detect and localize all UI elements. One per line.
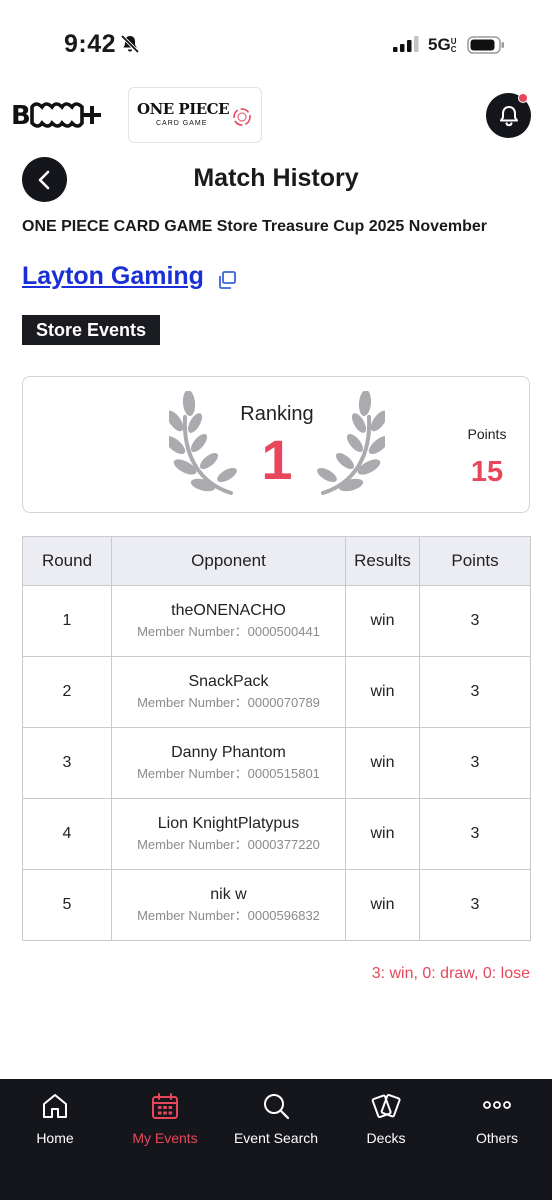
points-cell: 3: [419, 869, 531, 941]
match-table: Round Opponent Results Points 1 theONENA…: [22, 536, 531, 941]
column-header-round: Round: [22, 536, 112, 586]
table-row: 4 Lion KnightPlatypus Member Number：0000…: [22, 798, 531, 870]
points-cell: 3: [419, 656, 531, 728]
chevron-left-icon: [38, 170, 49, 189]
store-link[interactable]: Layton Gaming: [22, 262, 204, 291]
nav-item-decks[interactable]: Decks: [331, 1079, 441, 1159]
result-cell: win: [345, 727, 420, 799]
points-cell: 3: [419, 798, 531, 870]
member-number: Member Number：0000377220: [137, 837, 320, 852]
result-cell: win: [345, 869, 420, 941]
round-cell: 5: [22, 869, 112, 941]
points-value: 15: [470, 456, 504, 488]
result-cell: win: [345, 798, 420, 870]
member-number: Member Number：0000070789: [137, 695, 320, 710]
table-row: 5 nik w Member Number：0000596832 win 3: [22, 869, 531, 941]
nav-item-my-events[interactable]: My Events: [110, 1079, 220, 1159]
bottom-navigation: Home My Events Event Search Decks Others: [0, 1079, 552, 1200]
back-button[interactable]: [22, 157, 67, 202]
home-icon: [43, 1094, 67, 1118]
bell-icon: [499, 105, 518, 126]
nav-item-event-search[interactable]: Event Search: [221, 1079, 331, 1159]
game-emblem-icon: [233, 108, 251, 126]
status-bar: 9:42 5GUC: [0, 0, 552, 80]
table-header-row: Round Opponent Results Points: [22, 536, 531, 586]
ranking-label: Ranking: [240, 403, 314, 425]
opponent-name: Lion KnightPlatypus: [157, 815, 300, 832]
opponent-cell: Danny Phantom Member Number：0000515801: [111, 727, 346, 799]
page-title: Match History: [193, 164, 359, 192]
result-cell: win: [345, 585, 420, 657]
result-cell: win: [345, 656, 420, 728]
opponent-cell: Lion KnightPlatypus Member Number：000037…: [111, 798, 346, 870]
notification-badge: [518, 93, 528, 103]
svg-text:B: B: [11, 101, 31, 131]
opponent-name: nik w: [210, 886, 247, 903]
round-cell: 4: [22, 798, 112, 870]
battery-icon: [467, 36, 504, 54]
nav-item-home[interactable]: Home: [0, 1079, 110, 1159]
round-cell: 2: [22, 656, 112, 728]
opponent-cell: nik w Member Number：0000596832: [111, 869, 346, 941]
column-header-results: Results: [345, 536, 420, 586]
points-cell: 3: [419, 727, 531, 799]
opponent-name: SnackPack: [188, 673, 269, 690]
silent-mode-icon: [120, 34, 140, 54]
points-cell: 3: [419, 585, 531, 657]
signal-icon: [393, 36, 419, 52]
round-cell: 3: [22, 727, 112, 799]
event-type-tag: Store Events: [22, 315, 161, 345]
opponent-name: Danny Phantom: [171, 744, 286, 761]
network-type: 5GUC: [428, 35, 457, 54]
points-label: Points: [467, 426, 507, 442]
nav-item-others[interactable]: Others: [442, 1079, 552, 1159]
calendar-icon: [152, 1093, 178, 1119]
opponent-cell: theONENACHO Member Number：0000500441: [111, 585, 346, 657]
search-icon: [264, 1094, 290, 1120]
column-header-opponent: Opponent: [111, 536, 346, 586]
status-time: 9:42: [64, 30, 117, 58]
ranking-value: 1: [261, 428, 293, 491]
table-row: 3 Danny Phantom Member Number：0000515801…: [22, 727, 531, 799]
event-name: ONE PIECE CARD GAME Store Treasure Cup 2…: [22, 218, 488, 235]
table-row: 2 SnackPack Member Number：0000070789 win…: [22, 656, 531, 728]
external-link-icon[interactable]: [217, 270, 237, 290]
member-number: Member Number：0000596832: [137, 908, 320, 923]
table-row: 1 theONENACHO Member Number：0000500441 w…: [22, 585, 531, 657]
bandai-card-games-logo: B: [11, 101, 101, 131]
round-cell: 1: [22, 585, 112, 657]
more-icon: [483, 1101, 511, 1109]
opponent-name: theONENACHO: [171, 602, 286, 619]
cards-icon: [371, 1093, 401, 1119]
column-header-points: Points: [419, 536, 531, 586]
one-piece-card-game-logo: ONE PIECE CARD GAME: [128, 87, 262, 143]
member-number: Member Number：0000515801: [137, 766, 320, 781]
results-legend: 3: win, 0: draw, 0: lose: [371, 965, 530, 982]
ranking-card: Ranking 1 Points 15: [22, 376, 530, 513]
member-number: Member Number：0000500441: [137, 624, 320, 639]
opponent-cell: SnackPack Member Number：0000070789: [111, 656, 346, 728]
